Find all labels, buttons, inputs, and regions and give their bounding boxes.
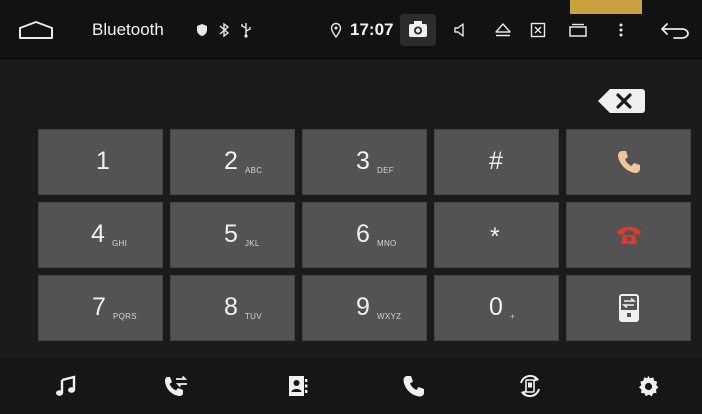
call-icon	[617, 151, 640, 173]
key-digit: 5	[224, 220, 238, 248]
key-3[interactable]: 3 DEF	[302, 129, 427, 195]
key-letters: MNO	[377, 239, 397, 248]
back-icon[interactable]	[660, 0, 692, 59]
key-letters: GHI	[112, 239, 128, 248]
contacts-icon	[289, 376, 308, 396]
bluetooth-icon	[218, 0, 232, 59]
key-5[interactable]: 5 JKL	[170, 202, 295, 268]
key-hash[interactable]: #	[434, 129, 559, 195]
key-letters: TUV	[245, 312, 262, 321]
backspace-icon	[598, 89, 645, 113]
recent-apps-icon[interactable]	[568, 0, 590, 59]
hangup-icon	[616, 226, 641, 244]
screenshot-button[interactable]	[400, 14, 436, 46]
dialer-tab[interactable]	[384, 358, 444, 414]
key-6[interactable]: 6 MNO	[302, 202, 427, 268]
app-title: Bluetooth	[92, 19, 164, 39]
call-log-icon	[165, 375, 188, 396]
key-letters: PQRS	[113, 312, 137, 321]
shield-icon	[196, 0, 210, 59]
key-8[interactable]: 8 TUV	[170, 275, 295, 341]
key-star[interactable]: *	[434, 202, 559, 268]
dialer-icon	[403, 376, 424, 397]
status-bar: Bluetooth 17:07	[0, 0, 702, 59]
key-digit: 1	[96, 147, 110, 175]
settings-tab[interactable]	[618, 358, 678, 414]
sync-icon	[520, 374, 540, 398]
backspace-button[interactable]	[596, 86, 646, 116]
close-window-icon[interactable]	[530, 0, 550, 59]
key-digit: 0	[489, 293, 503, 321]
hangup-button[interactable]	[566, 202, 691, 268]
key-1[interactable]: 1	[38, 129, 163, 195]
clock-time: 17:07	[350, 19, 394, 39]
more-menu-icon[interactable]	[618, 0, 632, 59]
call-button[interactable]	[566, 129, 691, 195]
key-digit: 8	[224, 293, 238, 321]
key-4[interactable]: 4 GHI	[38, 202, 163, 268]
camera-icon	[409, 21, 427, 37]
key-7[interactable]: 7 PQRS	[38, 275, 163, 341]
call-log-tab[interactable]	[146, 358, 206, 414]
music-tab[interactable]	[36, 358, 96, 414]
key-letters: ABC	[245, 166, 263, 175]
usb-icon	[240, 0, 254, 59]
key-letters: DEF	[377, 166, 394, 175]
music-icon	[56, 375, 76, 396]
key-9[interactable]: 9 WXYZ	[302, 275, 427, 341]
location-icon	[330, 0, 344, 59]
key-0[interactable]: 0 +	[434, 275, 559, 341]
key-letters: WXYZ	[377, 312, 402, 321]
key-letters: +	[510, 312, 515, 321]
key-digit: #	[489, 147, 503, 175]
key-digit: 9	[356, 293, 370, 321]
key-digit: 3	[356, 147, 370, 175]
phone-transfer-icon	[618, 294, 639, 322]
key-2[interactable]: 2 ABC	[170, 129, 295, 195]
volume-icon[interactable]	[452, 0, 472, 59]
key-digit: 6	[356, 220, 370, 248]
key-digit: 2	[224, 147, 238, 175]
settings-icon	[639, 375, 659, 397]
home-icon[interactable]	[18, 0, 58, 59]
bottom-nav-bar	[0, 358, 702, 414]
key-digit: 4	[91, 220, 105, 248]
number-display	[0, 60, 702, 130]
dial-keypad: 1 2 ABC 3 DEF # 4 GHI 5 JKL 6 MNO * 7 PQ…	[38, 129, 691, 341]
sync-tab[interactable]	[500, 358, 560, 414]
eject-icon[interactable]	[494, 0, 514, 59]
contacts-tab[interactable]	[268, 358, 328, 414]
key-digit: 7	[92, 293, 106, 321]
transfer-audio-button[interactable]	[566, 275, 691, 341]
key-letters: JKL	[245, 239, 260, 248]
key-digit: *	[490, 223, 500, 251]
